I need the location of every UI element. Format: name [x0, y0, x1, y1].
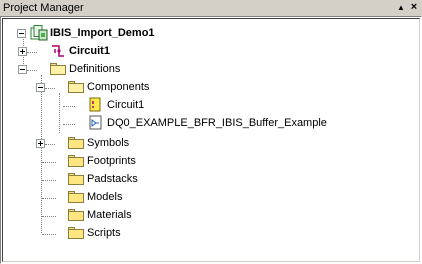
- tree-node-circuit[interactable]: Circuit1: [49, 43, 169, 59]
- circuit-component-icon: [87, 97, 105, 113]
- symbols-expand-toggle[interactable]: [36, 139, 45, 148]
- folder-open-icon: [49, 61, 67, 77]
- tree-node-definitions[interactable]: Definitions: [49, 61, 169, 77]
- tree-node-footprints-label: Footprints: [87, 155, 136, 167]
- tree-node-scripts[interactable]: Scripts: [67, 225, 187, 241]
- tree-node-materials[interactable]: Materials: [67, 207, 187, 223]
- project-tree[interactable]: IBIS_Import_Demo1 Circuit1 Definitions C…: [2, 18, 420, 262]
- tree-node-component-circuit1[interactable]: Circuit1: [87, 97, 207, 113]
- circuit-expand-toggle[interactable]: [18, 47, 27, 56]
- component-item-label: DQ0_EXAMPLE_BFR_IBIS_Buffer_Example: [107, 117, 327, 129]
- component-item-label: Circuit1: [107, 99, 145, 111]
- project-icon: [30, 25, 48, 41]
- definitions-collapse-toggle[interactable]: [18, 65, 27, 74]
- tree-node-root-label: IBIS_Import_Demo1: [50, 27, 155, 39]
- folder-icon: [67, 171, 85, 187]
- panel-close-button[interactable]: ×: [407, 0, 421, 15]
- tree-node-components-label: Components: [87, 81, 150, 93]
- tree-node-padstacks-label: Padstacks: [87, 173, 138, 185]
- tree-node-models[interactable]: Models: [67, 189, 187, 205]
- folder-icon: [67, 207, 85, 223]
- panel-title: Project Manager: [3, 2, 84, 14]
- tree-node-symbols-label: Symbols: [87, 137, 130, 149]
- tree-node-symbols[interactable]: Symbols: [67, 135, 187, 151]
- components-collapse-toggle[interactable]: [36, 83, 45, 92]
- tree-node-circuit-label: Circuit1: [69, 45, 110, 57]
- panel-titlebar: Project Manager ▲ ×: [0, 0, 422, 16]
- folder-open-icon: [67, 79, 85, 95]
- tree-node-root[interactable]: IBIS_Import_Demo1: [30, 25, 230, 41]
- tree-node-components[interactable]: Components: [67, 79, 187, 95]
- folder-icon: [67, 225, 85, 241]
- panel-menu-button[interactable]: ▲: [394, 0, 408, 15]
- root-collapse-toggle[interactable]: [17, 29, 26, 38]
- circuit-icon: [49, 43, 67, 59]
- tree-node-padstacks[interactable]: Padstacks: [67, 171, 187, 187]
- tree-node-component-ibis-buffer[interactable]: DQ0_EXAMPLE_BFR_IBIS_Buffer_Example: [87, 115, 327, 131]
- folder-icon: [67, 189, 85, 205]
- tree-node-materials-label: Materials: [87, 209, 132, 221]
- ibis-buffer-icon: [87, 115, 105, 131]
- folder-icon: [67, 153, 85, 169]
- tree-node-footprints[interactable]: Footprints: [67, 153, 187, 169]
- tree-node-scripts-label: Scripts: [87, 227, 121, 239]
- tree-node-definitions-label: Definitions: [69, 63, 121, 75]
- tree-node-models-label: Models: [87, 191, 123, 203]
- project-tree-panel: IBIS_Import_Demo1 Circuit1 Definitions C…: [0, 16, 422, 264]
- folder-icon: [67, 135, 85, 151]
